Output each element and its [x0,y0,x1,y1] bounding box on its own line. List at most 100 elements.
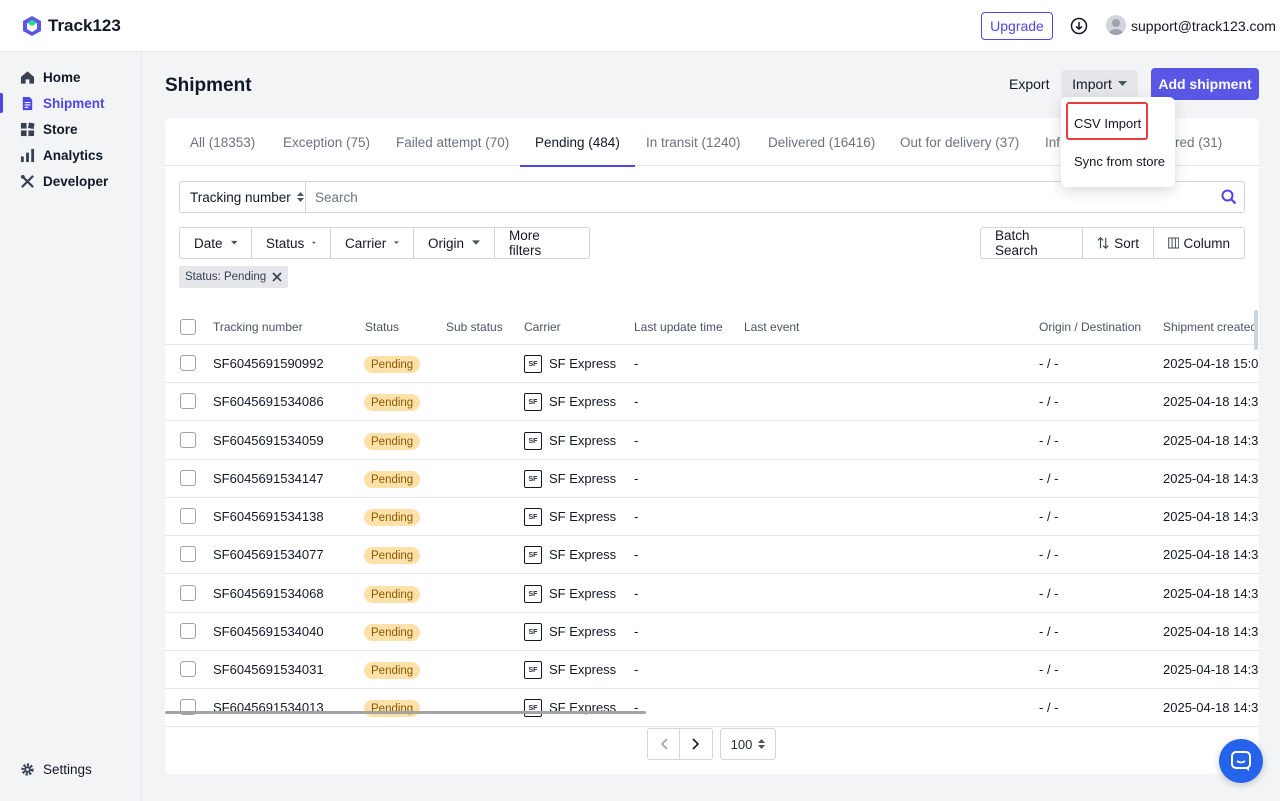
search-field-label: Tracking number [190,189,291,205]
carrier-cell: SF Express [549,471,617,486]
sidebar-item-home[interactable]: Home [0,65,141,89]
tracking-number-cell[interactable]: SF6045691534068 [213,586,324,601]
header-sub-status[interactable]: Sub status [446,320,503,334]
row-checkbox[interactable] [180,355,196,371]
row-checkbox[interactable] [180,432,196,448]
last-update-cell: - [634,586,639,601]
column-button[interactable]: Column [1154,228,1244,258]
filter-carrier[interactable]: Carrier [331,228,414,258]
created-at-cell: 2025-04-18 15:09 [1163,356,1259,371]
tab-failed-attempt[interactable]: Failed attempt (70) [396,118,509,166]
sidebar-item-developer[interactable]: Developer [0,169,141,193]
add-shipment-button[interactable]: Add shipment [1151,68,1259,100]
last-update-cell: - [634,356,639,371]
sort-button[interactable]: Sort [1083,228,1154,258]
close-icon[interactable] [272,272,282,282]
table-tools: Batch Search Sort Column [980,227,1245,259]
chat-icon [1231,751,1251,771]
header-status[interactable]: Status [365,320,399,334]
row-checkbox[interactable] [180,585,196,601]
header-last-update[interactable]: Last update time [634,320,723,334]
header-carrier[interactable]: Carrier [524,320,561,334]
row-checkbox[interactable] [180,393,196,409]
tab-delivered[interactable]: Delivered (16416) [768,118,875,166]
table-row[interactable]: SF6045691534068 Pending SF SF Express - - / -… [165,575,1259,613]
user-email[interactable]: support@track123.com [1131,18,1276,34]
chat-support-button[interactable] [1219,739,1263,783]
import-button[interactable]: Import [1061,70,1138,98]
table-row[interactable]: SF6045691534040 Pending SF SF Express - - / -… [165,613,1259,651]
caret-down-icon [230,240,237,245]
table-row[interactable]: SF6045691534138 Pending SF SF Express - - / -… [165,498,1259,536]
select-all-checkbox[interactable] [180,319,196,335]
tab-in-transit[interactable]: In transit (1240) [646,118,741,166]
table-row[interactable]: SF6045691534086 Pending SF SF Express - - / -… [165,383,1259,421]
table-row[interactable]: SF6045691534059 Pending SF SF Express - - / -… [165,422,1259,460]
tab-exception[interactable]: Exception (75) [283,118,370,166]
row-checkbox[interactable] [180,661,196,677]
horizontal-scrollbar[interactable] [165,711,646,714]
table-row[interactable]: SF6045691590992 Pending SF SF Express - - / -… [165,345,1259,383]
row-checkbox[interactable] [180,470,196,486]
next-page-button[interactable] [680,728,713,760]
status-badge: Pending [364,509,421,526]
table-row[interactable]: SF6045691534031 Pending SF SF Express - - / -… [165,651,1259,689]
export-button[interactable]: Export [1001,70,1057,98]
tracking-number-cell[interactable]: SF6045691590992 [213,356,324,371]
sidebar-item-shipment[interactable]: Shipment [0,91,141,115]
avatar[interactable] [1106,15,1126,35]
status-badge: Pending [364,700,421,717]
carrier-cell: SF Express [549,509,617,524]
vertical-scrollbar[interactable] [1254,310,1258,350]
table-row[interactable]: SF6045691534013 Pending SF SF Express - - / -… [165,689,1259,727]
sidebar-item-analytics[interactable]: Analytics [0,143,141,167]
tab-pending[interactable]: Pending (484) [520,118,635,167]
table-row[interactable]: SF6045691534147 Pending SF SF Express - - / -… [165,460,1259,498]
sf-express-logo-icon: SF [524,661,542,679]
filter-more[interactable]: More filters [495,228,589,258]
tracking-number-cell[interactable]: SF6045691534040 [213,624,324,639]
tab-all[interactable]: All (18353) [190,118,255,166]
page-size-select[interactable]: 100 [720,728,776,760]
status-badge: Pending [364,356,421,373]
header-tracking-number[interactable]: Tracking number [213,320,303,334]
row-checkbox[interactable] [180,546,196,562]
tracking-number-cell[interactable]: SF6045691534077 [213,547,324,562]
prev-page-button[interactable] [647,728,680,760]
logo[interactable]: Track123 [20,14,121,38]
header-created-at[interactable]: Shipment created at [1163,320,1259,334]
upgrade-button[interactable]: Upgrade [981,12,1053,40]
highlight-box [1066,102,1148,140]
batch-search-button[interactable]: Batch Search [981,228,1083,258]
search-button[interactable] [1214,182,1244,212]
filter-status[interactable]: Status [252,228,331,258]
filter-date[interactable]: Date [180,228,252,258]
table-row[interactable]: SF6045691534077 Pending SF SF Express - - / -… [165,536,1259,574]
sidebar-item-store[interactable]: Store [0,117,141,141]
tab-info-received[interactable]: Inf [1045,118,1060,166]
sidebar-item-label: Analytics [43,147,104,163]
tracking-number-cell[interactable]: SF6045691534147 [213,471,324,486]
sidebar-item-settings[interactable]: Settings [0,757,141,781]
tracking-number-cell[interactable]: SF6045691534086 [213,394,324,409]
filter-label: Date [194,235,223,251]
tracking-number-cell[interactable]: SF6045691534059 [213,433,324,448]
sf-express-logo-icon: SF [524,470,542,488]
tracking-number-cell[interactable]: SF6045691534138 [213,509,324,524]
filter-origin[interactable]: Origin [414,228,495,258]
row-checkbox[interactable] [180,508,196,524]
tab-expired[interactable]: red (31) [1175,118,1222,166]
tracking-number-cell[interactable]: SF6045691534031 [213,662,324,677]
status-badge: Pending [364,394,421,411]
sync-from-store-option[interactable]: Sync from store [1061,144,1175,178]
search-field-select[interactable]: Tracking number [180,182,306,212]
status-badge: Pending [364,547,421,564]
origin-destination-cell: - / - [1039,700,1059,715]
sidebar-item-label: Settings [43,761,92,777]
header-last-event[interactable]: Last event [744,320,799,334]
bar-chart-icon [20,148,35,162]
download-icon[interactable] [1070,17,1088,35]
row-checkbox[interactable] [180,623,196,639]
header-origin-destination[interactable]: Origin / Destination [1039,320,1141,334]
tab-out-for-delivery[interactable]: Out for delivery (37) [900,118,1019,166]
